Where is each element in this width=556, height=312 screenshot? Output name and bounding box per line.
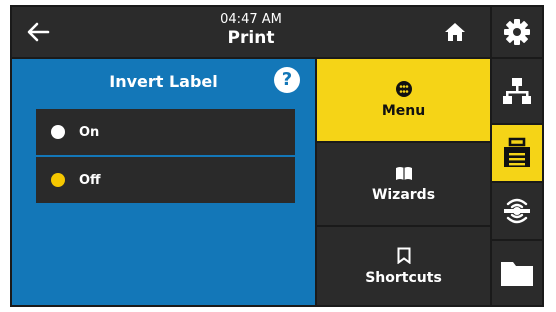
help-icon: ?	[281, 69, 293, 90]
sidebar-item-connectivity[interactable]	[492, 183, 542, 239]
option-on-label: On	[79, 124, 100, 140]
connectivity-icon	[504, 198, 530, 224]
book-icon	[395, 166, 412, 180]
radio-off-selected-icon	[51, 173, 65, 187]
option-on[interactable]: On	[36, 109, 295, 155]
option-off-label: Off	[79, 172, 101, 188]
printer-screen: 04:47 AM Print Invert Label ? On Off Men…	[10, 5, 544, 307]
sidebar-item-settings[interactable]	[492, 7, 542, 57]
wizards-tile[interactable]: Wizards	[317, 143, 490, 225]
dots-grid-icon	[395, 81, 412, 97]
menu-tile[interactable]: Menu	[317, 59, 490, 141]
header-bar: 04:47 AM Print	[12, 7, 490, 57]
setting-title: Invert Label	[109, 72, 218, 91]
shortcuts-label: Shortcuts	[365, 269, 442, 286]
setting-panel: Invert Label ? On Off	[12, 59, 315, 305]
wizards-label: Wizards	[371, 186, 436, 203]
shortcuts-tile[interactable]: Shortcuts	[317, 227, 490, 305]
home-button[interactable]	[438, 15, 472, 49]
network-icon	[503, 78, 531, 104]
header-time: 04:47 AM	[220, 12, 282, 27]
radio-on-icon	[51, 125, 65, 139]
sidebar-item-network[interactable]	[492, 59, 542, 123]
bookmark-icon	[397, 247, 410, 264]
home-icon	[445, 23, 465, 41]
page-title: Print	[227, 28, 275, 48]
menu-label: Menu	[381, 103, 426, 119]
help-button[interactable]: ?	[274, 67, 300, 93]
gear-icon	[504, 19, 530, 45]
option-off[interactable]: Off	[36, 157, 295, 203]
sidebar-item-storage[interactable]	[492, 241, 542, 305]
printer-icon	[504, 137, 530, 167]
sidebar-item-print[interactable]	[492, 125, 542, 181]
folder-icon	[501, 262, 533, 286]
